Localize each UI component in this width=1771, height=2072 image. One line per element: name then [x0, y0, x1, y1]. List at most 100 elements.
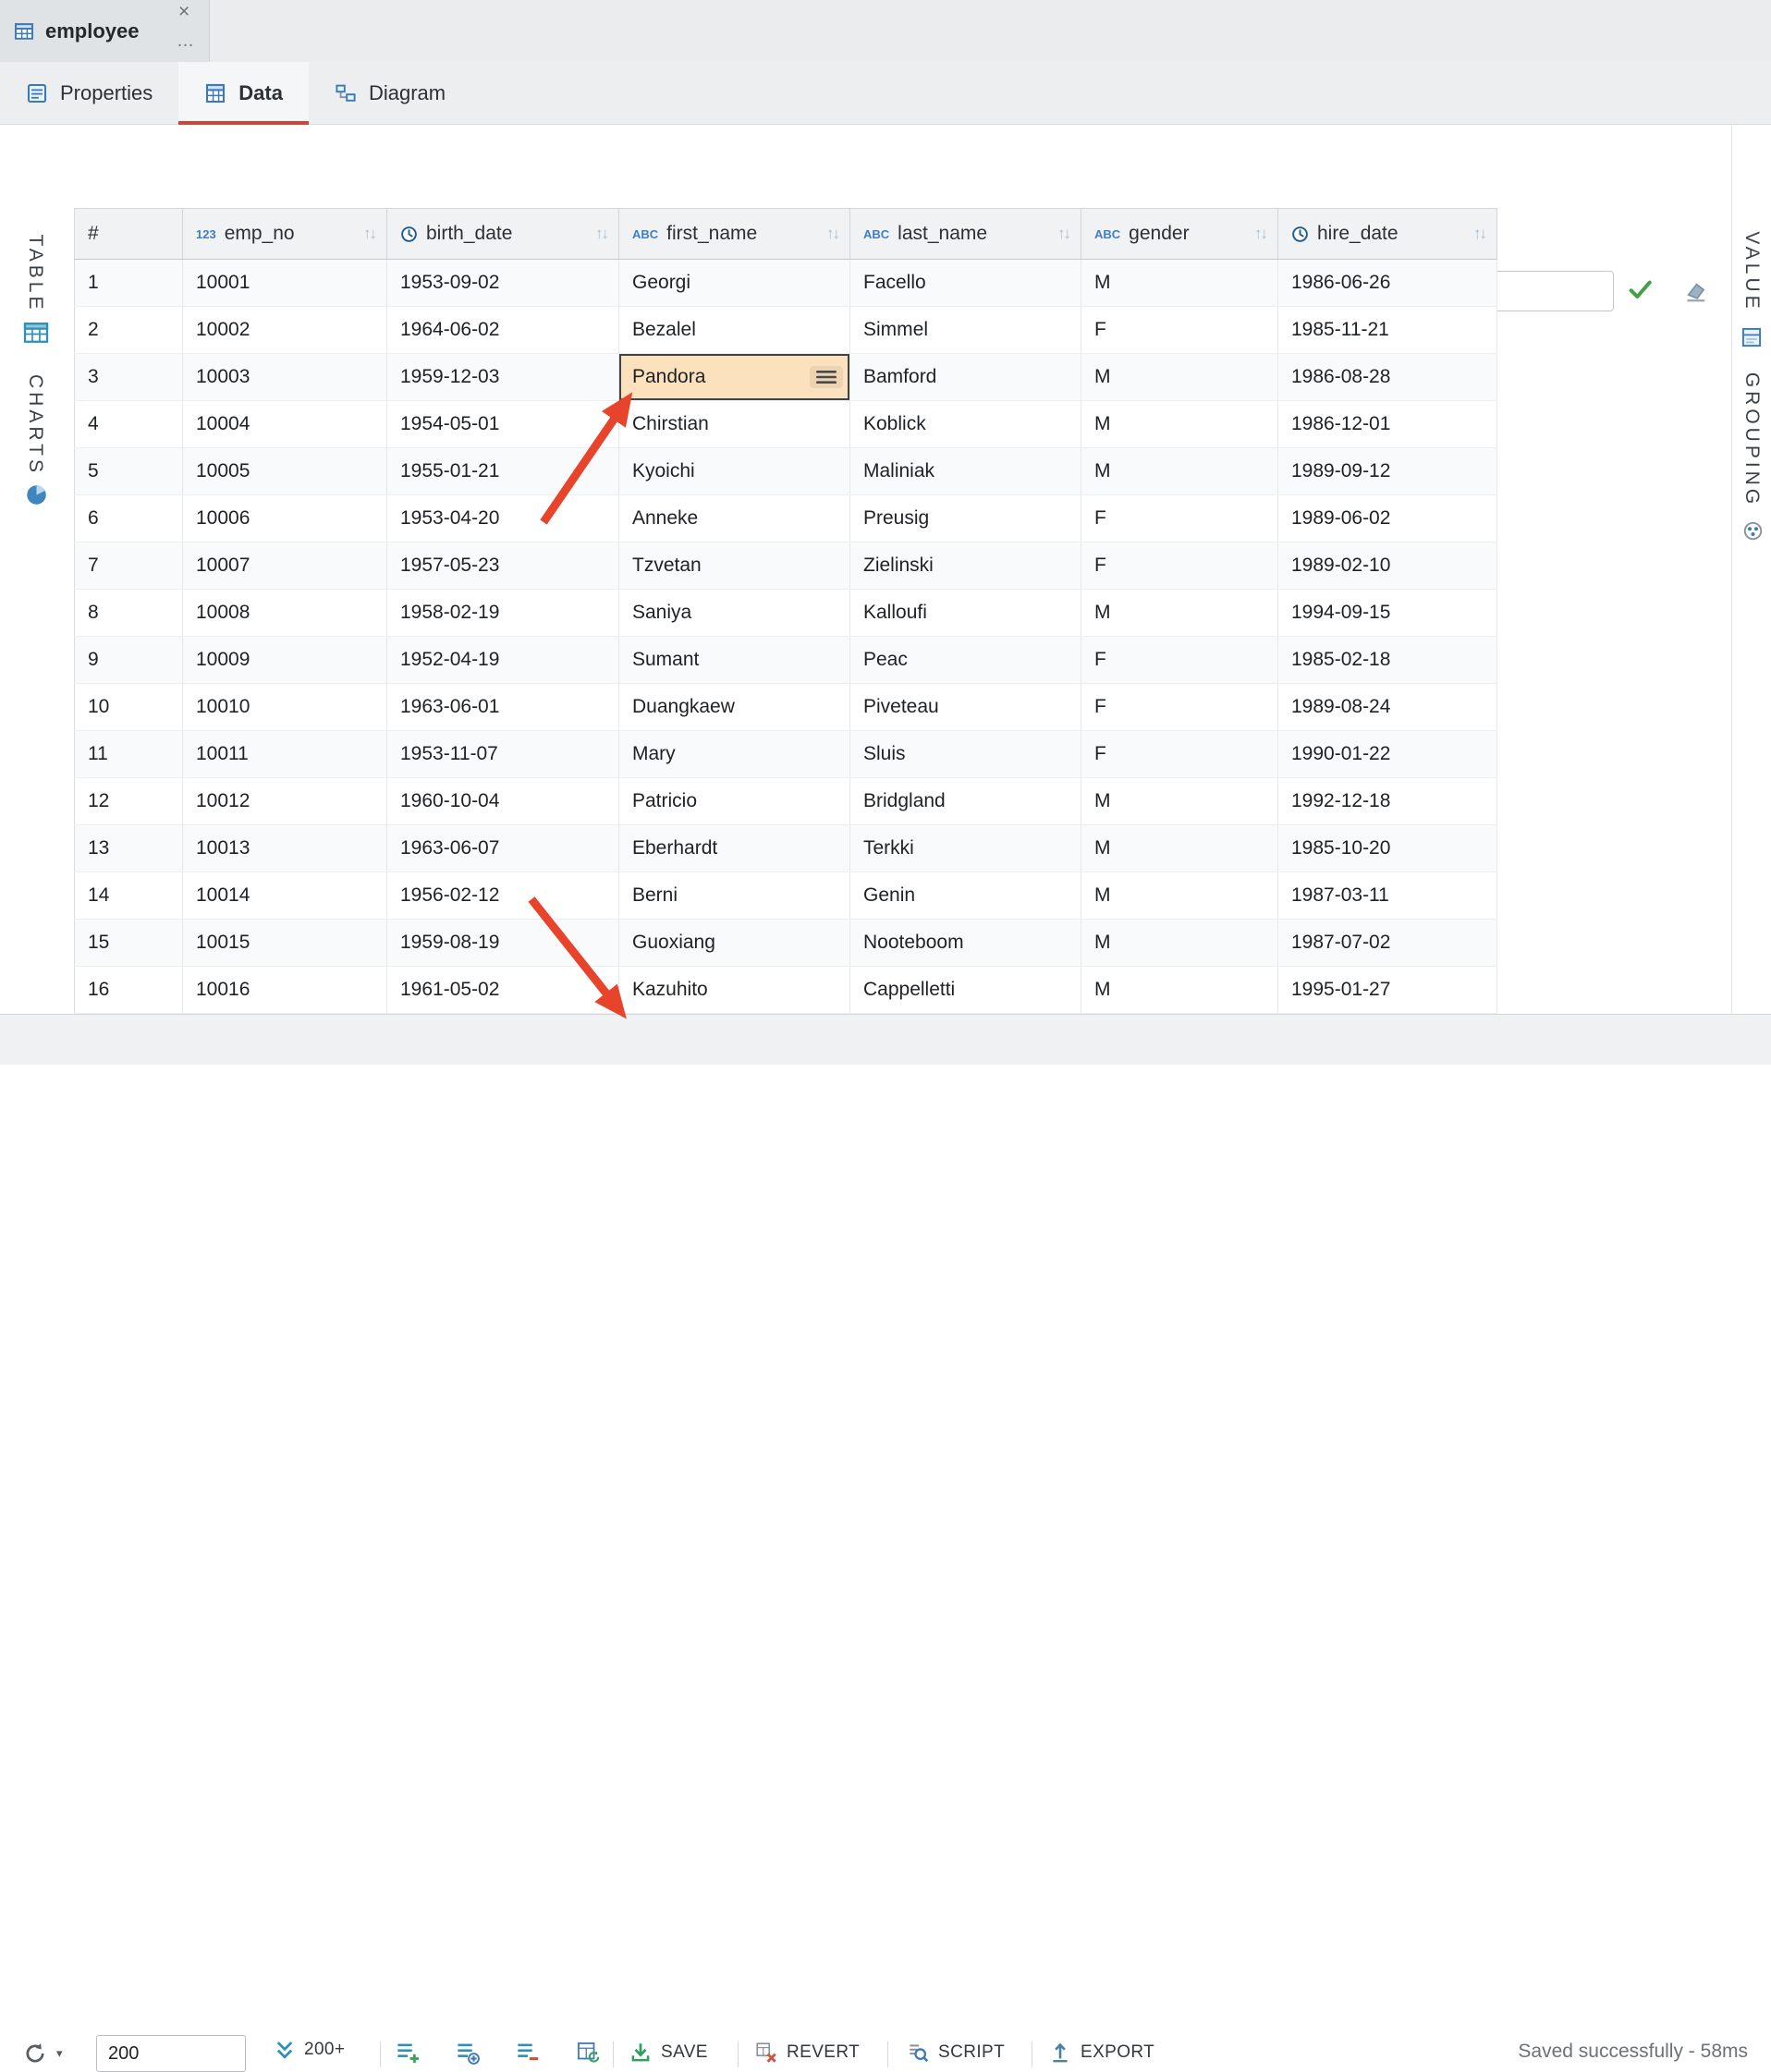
apply-filter-button[interactable]: [1625, 274, 1655, 307]
row-number[interactable]: 16: [75, 967, 183, 1014]
cell-last_name[interactable]: Zielinski: [850, 542, 1081, 590]
cell-birth_date[interactable]: 1963-06-07: [387, 825, 619, 872]
cell-hire_date[interactable]: 1985-10-20: [1278, 825, 1497, 872]
cell-first_name[interactable]: Tzvetan: [619, 542, 850, 590]
cell-emp_no[interactable]: 10013: [183, 825, 387, 872]
cell-gender[interactable]: F: [1081, 307, 1278, 354]
cell-gender[interactable]: M: [1081, 920, 1278, 967]
cell-hire_date[interactable]: 1987-03-11: [1278, 872, 1497, 920]
cell-gender[interactable]: F: [1081, 637, 1278, 684]
cell-emp_no[interactable]: 10014: [183, 872, 387, 920]
cell-emp_no[interactable]: 10008: [183, 590, 387, 637]
sort-icon[interactable]: ↑↓: [1057, 225, 1071, 243]
cell-first_name[interactable]: Bezalel: [619, 307, 850, 354]
cell-last_name[interactable]: Piveteau: [850, 684, 1081, 731]
cell-last_name[interactable]: Koblick: [850, 401, 1081, 448]
cell-gender[interactable]: M: [1081, 872, 1278, 920]
cell-birth_date[interactable]: 1958-02-19: [387, 590, 619, 637]
add-row-button[interactable]: [396, 2041, 420, 2065]
sort-icon[interactable]: ↑↓: [363, 225, 377, 243]
row-number[interactable]: 7: [75, 542, 183, 590]
row-number[interactable]: 4: [75, 401, 183, 448]
cell-birth_date[interactable]: 1956-02-12: [387, 872, 619, 920]
cell-last_name[interactable]: Bamford: [850, 354, 1081, 401]
row-number[interactable]: 5: [75, 448, 183, 495]
cell-last_name[interactable]: Simmel: [850, 307, 1081, 354]
export-button[interactable]: EXPORT: [1048, 2041, 1154, 2065]
cell-options-icon[interactable]: [810, 366, 843, 388]
cell-first_name[interactable]: Kyoichi: [619, 448, 850, 495]
cell-emp_no[interactable]: 10012: [183, 778, 387, 825]
cell-hire_date[interactable]: 1989-06-02: [1278, 495, 1497, 542]
cell-gender[interactable]: M: [1081, 967, 1278, 1014]
panel-tab-value[interactable]: VALUE: [1740, 231, 1763, 311]
column-header-last_name[interactable]: ABClast_name↑↓: [850, 209, 1081, 260]
cell-last_name[interactable]: Bridgland: [850, 778, 1081, 825]
column-header-emp_no[interactable]: 123emp_no↑↓: [183, 209, 387, 260]
cell-first_name[interactable]: Berni: [619, 872, 850, 920]
cell-first_name[interactable]: Mary: [619, 731, 850, 778]
cell-hire_date[interactable]: 1989-02-10: [1278, 542, 1497, 590]
cell-emp_no[interactable]: 10004: [183, 401, 387, 448]
tab-overflow-icon[interactable]: …: [177, 31, 195, 52]
cell-birth_date[interactable]: 1964-06-02: [387, 307, 619, 354]
cell-last_name[interactable]: Kalloufi: [850, 590, 1081, 637]
value-panel-icon[interactable]: [1740, 325, 1764, 354]
cell-birth_date[interactable]: 1953-11-07: [387, 731, 619, 778]
cell-birth_date[interactable]: 1957-05-23: [387, 542, 619, 590]
cell-gender[interactable]: M: [1081, 401, 1278, 448]
cell-last_name[interactable]: Nooteboom: [850, 920, 1081, 967]
cell-last_name[interactable]: Sluis: [850, 731, 1081, 778]
table-grid-icon[interactable]: [22, 320, 50, 350]
cell-first_name[interactable]: Guoxiang: [619, 920, 850, 967]
row-number[interactable]: 14: [75, 872, 183, 920]
cell-gender[interactable]: M: [1081, 260, 1278, 307]
tab-properties[interactable]: Properties: [0, 62, 178, 124]
row-number[interactable]: 13: [75, 825, 183, 872]
cell-hire_date[interactable]: 1995-01-27: [1278, 967, 1497, 1014]
cell-gender[interactable]: M: [1081, 354, 1278, 401]
cell-emp_no[interactable]: 10002: [183, 307, 387, 354]
cell-emp_no[interactable]: 10007: [183, 542, 387, 590]
cell-gender[interactable]: F: [1081, 542, 1278, 590]
cell-hire_date[interactable]: 1992-12-18: [1278, 778, 1497, 825]
cell-birth_date[interactable]: 1961-05-02: [387, 967, 619, 1014]
row-number[interactable]: 9: [75, 637, 183, 684]
cell-emp_no[interactable]: 10010: [183, 684, 387, 731]
column-header-first_name[interactable]: ABCfirst_name↑↓: [619, 209, 850, 260]
fetch-more-button[interactable]: 200+: [274, 2039, 345, 2061]
cell-first_name[interactable]: Chirstian: [619, 401, 850, 448]
panel-tab-charts[interactable]: CHARTS: [24, 374, 46, 476]
revert-button[interactable]: REVERT: [754, 2041, 860, 2065]
cell-birth_date[interactable]: 1955-01-21: [387, 448, 619, 495]
cell-hire_date[interactable]: 1986-12-01: [1278, 401, 1497, 448]
cell-hire_date[interactable]: 1990-01-22: [1278, 731, 1497, 778]
delete-row-button[interactable]: [516, 2041, 540, 2065]
row-number[interactable]: 11: [75, 731, 183, 778]
column-header-hire_date[interactable]: hire_date↑↓: [1278, 209, 1497, 260]
close-icon[interactable]: ×: [178, 1, 189, 23]
cell-last_name[interactable]: Maliniak: [850, 448, 1081, 495]
cell-birth_date[interactable]: 1953-09-02: [387, 260, 619, 307]
save-button[interactable]: SAVE: [629, 2041, 708, 2065]
cell-birth_date[interactable]: 1960-10-04: [387, 778, 619, 825]
panel-tab-table[interactable]: TABLE: [24, 235, 46, 313]
cell-hire_date[interactable]: 1986-08-28: [1278, 354, 1497, 401]
column-header-birth_date[interactable]: birth_date↑↓: [387, 209, 619, 260]
tab-diagram[interactable]: Diagram: [309, 62, 471, 124]
cell-first_name[interactable]: Saniya: [619, 590, 850, 637]
cell-gender[interactable]: M: [1081, 590, 1278, 637]
cell-hire_date[interactable]: 1985-11-21: [1278, 307, 1497, 354]
cell-first_name[interactable]: Sumant: [619, 637, 850, 684]
cell-birth_date[interactable]: 1953-04-20: [387, 495, 619, 542]
cell-hire_date[interactable]: 1989-09-12: [1278, 448, 1497, 495]
row-header[interactable]: #: [75, 209, 183, 260]
column-header-gender[interactable]: ABCgender↑↓: [1081, 209, 1278, 260]
cell-last_name[interactable]: Peac: [850, 637, 1081, 684]
cell-emp_no[interactable]: 10009: [183, 637, 387, 684]
cell-gender[interactable]: F: [1081, 731, 1278, 778]
pie-chart-icon[interactable]: [24, 482, 49, 512]
cell-gender[interactable]: M: [1081, 778, 1278, 825]
cell-hire_date[interactable]: 1987-07-02: [1278, 920, 1497, 967]
cell-birth_date[interactable]: 1963-06-01: [387, 684, 619, 731]
